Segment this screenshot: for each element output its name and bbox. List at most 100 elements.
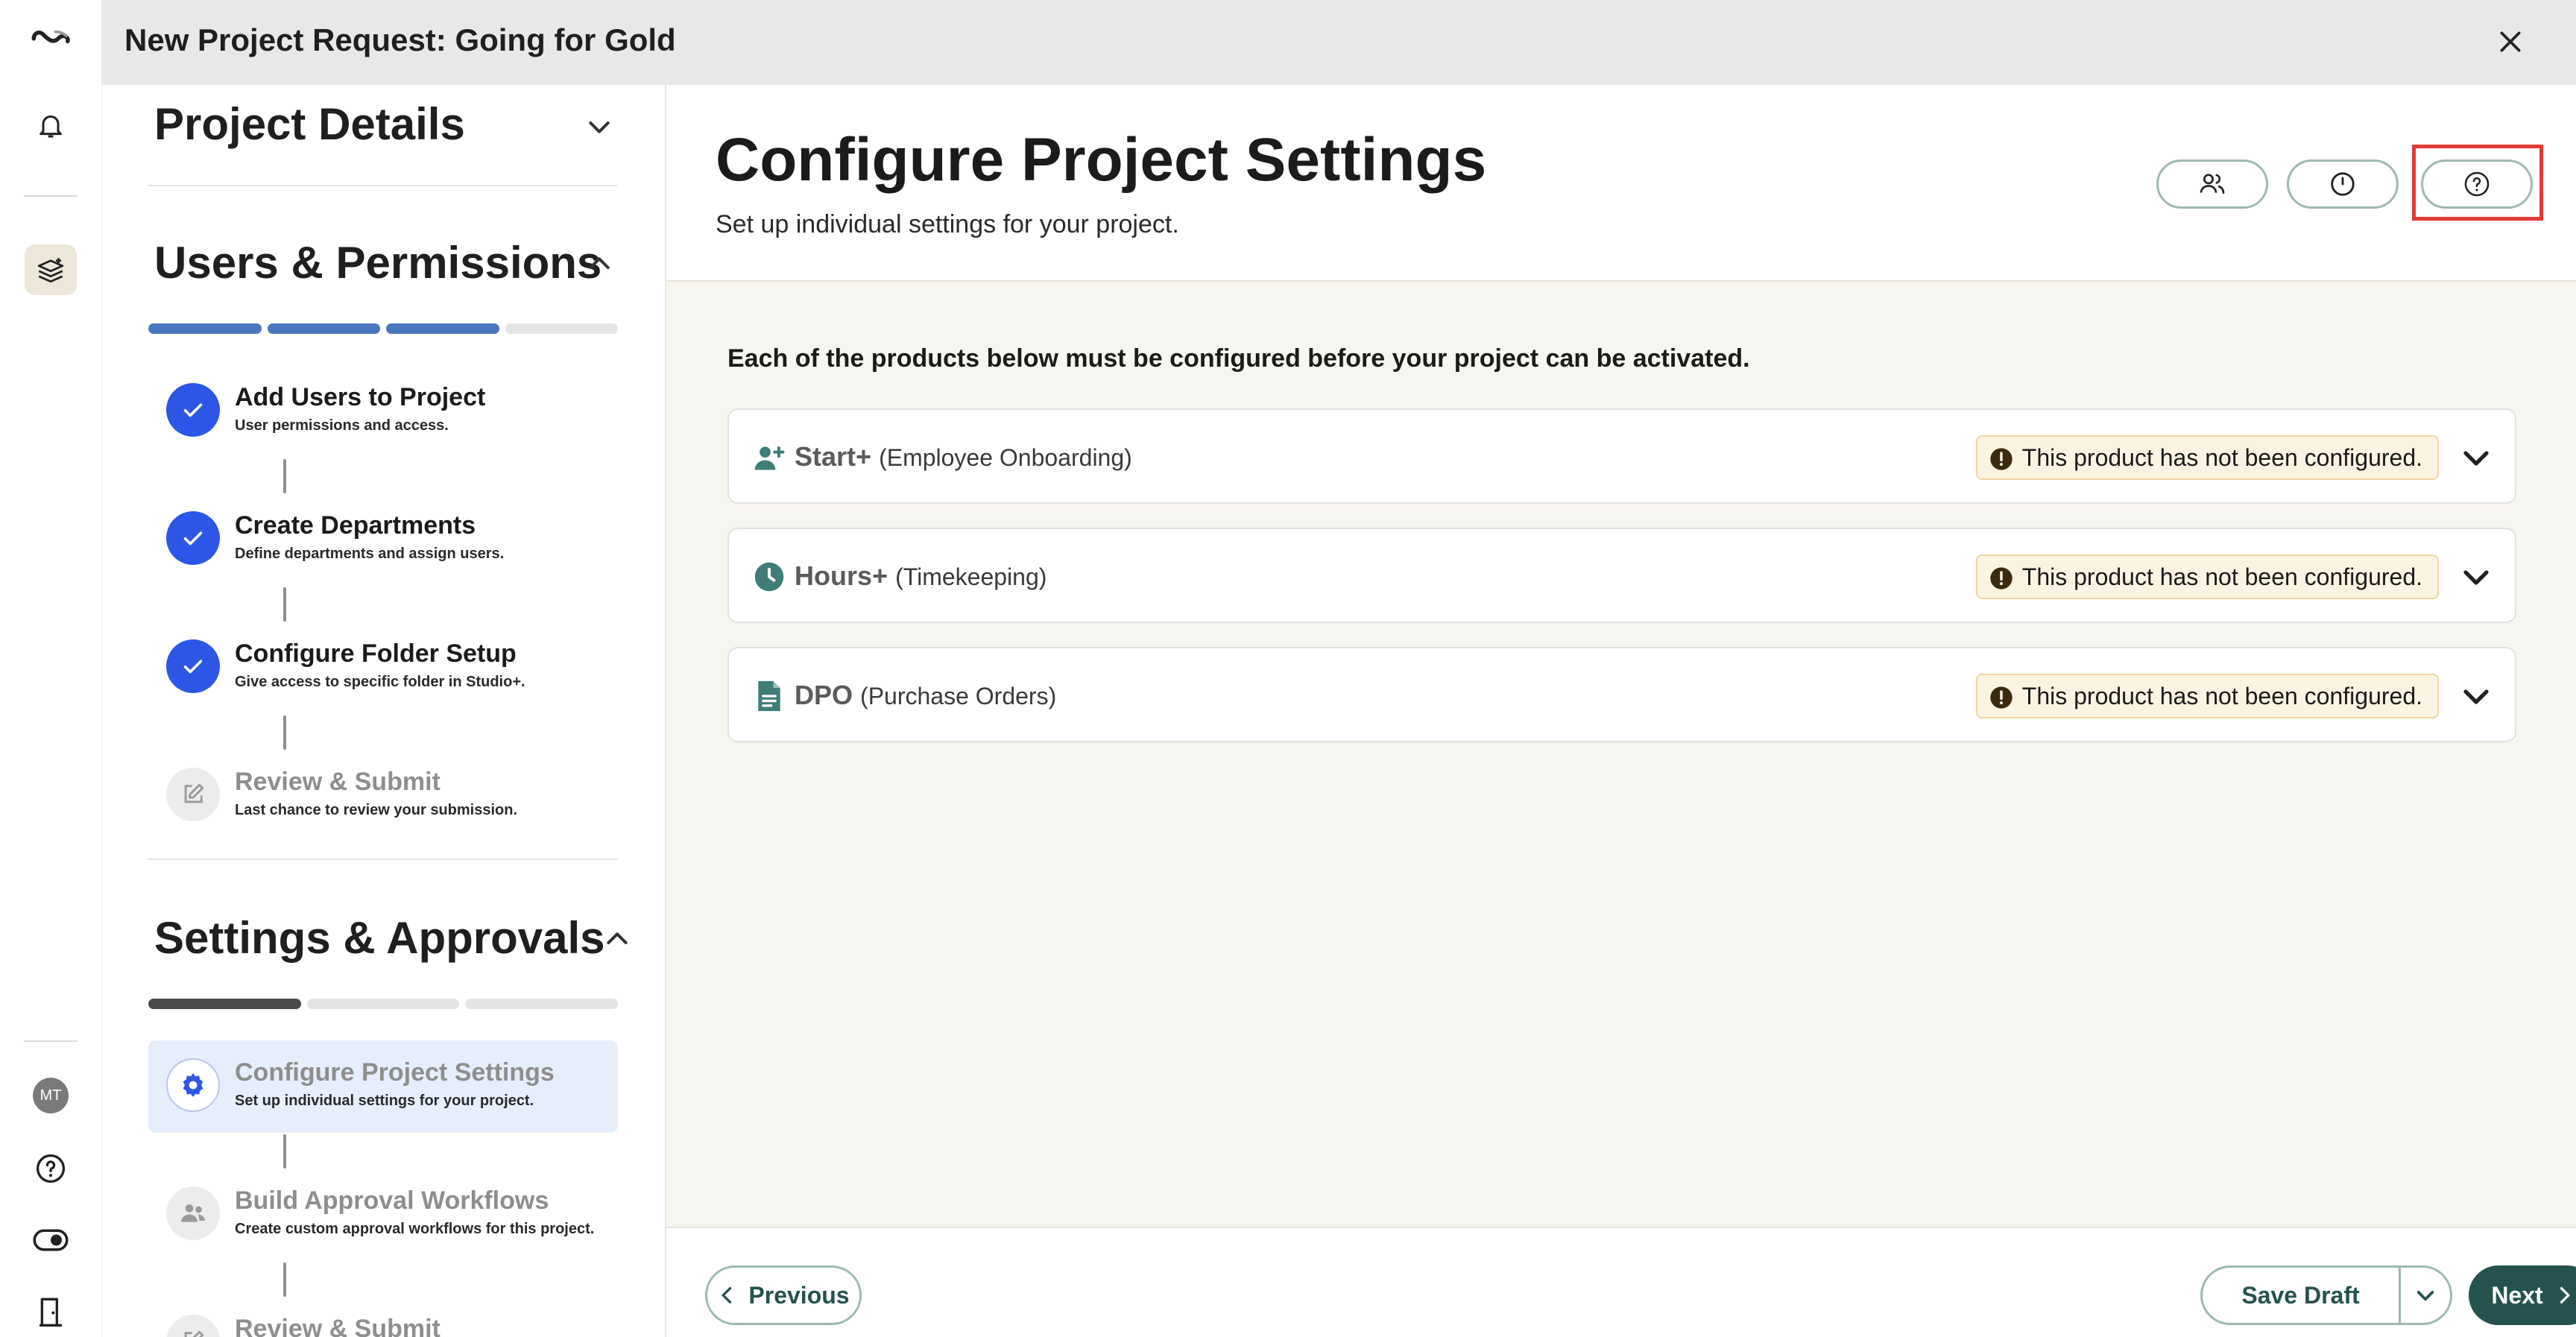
step-desc: Last chance to review your submission. [235, 802, 518, 818]
chevron-up-icon[interactable] [602, 924, 632, 954]
step-build-approval-workflows[interactable]: Build Approval Workflows Create custom a… [166, 1182, 621, 1248]
progress-segment [465, 999, 619, 1009]
status-text: This product has not been configured. [2021, 443, 2422, 471]
section-divider [148, 859, 618, 860]
page-subtitle: Set up individual settings for your proj… [716, 210, 1179, 238]
step-desc: User permissions and access. [235, 417, 449, 434]
wizard-footer: Previous Save Draft Next [666, 1227, 2576, 1337]
chevron-up-icon[interactable] [584, 249, 614, 279]
window-header: New Project Request: Going for Gold [102, 0, 2576, 85]
main-content: Configure Project Settings Set up indivi… [666, 85, 2576, 1337]
status-badge: This product has not been configured. [1975, 674, 2439, 718]
step-configure-folder-setup[interactable]: Configure Folder Setup Give access to sp… [166, 635, 621, 701]
page-title: Configure Project Settings [716, 126, 1487, 194]
section-title-project-details[interactable]: Project Details [154, 98, 465, 150]
step-connector [283, 1262, 286, 1297]
product-name: DPO (Purchase Orders) [795, 680, 1057, 710]
progress-segment [386, 323, 499, 334]
status-text: This product has not been configured. [2021, 682, 2422, 709]
warning-icon [1990, 567, 2012, 590]
step-connector [283, 715, 286, 750]
step-connector [283, 587, 286, 622]
step-desc: Create custom approval workflows for thi… [235, 1221, 595, 1237]
step-review-submit[interactable]: Review & Submit Last chance to review yo… [166, 763, 621, 829]
left-rail: MT [0, 0, 102, 1337]
section-progress-bar [148, 323, 618, 334]
page-header: Configure Project Settings Set up indivi… [666, 85, 2576, 282]
step-desc: Define departments and assign users. [235, 546, 505, 562]
chevron-left-icon [722, 1287, 732, 1303]
save-draft-options-button[interactable] [2399, 1265, 2452, 1325]
window-title: New Project Request: Going for Gold [124, 22, 676, 57]
step-complete-check-icon [166, 639, 220, 693]
progress-segment [267, 323, 380, 334]
projects-layers-icon[interactable] [25, 244, 77, 295]
step-complete-check-icon [166, 383, 220, 437]
rail-divider-bottom [24, 1040, 78, 1042]
clock-icon [751, 559, 787, 595]
section-title-users-permissions[interactable]: Users & Permissions [154, 237, 602, 288]
step-name: Create Departments [235, 511, 476, 540]
steps-sidebar: Project Details Users & Permissions Add … [102, 85, 666, 1337]
chevron-down-icon[interactable] [2458, 559, 2494, 595]
chevron-down-icon[interactable] [584, 112, 614, 142]
previous-label: Previous [748, 1281, 850, 1309]
save-draft-button[interactable]: Save Draft [2200, 1265, 2399, 1325]
step-desc: Set up individual settings for your proj… [235, 1093, 534, 1109]
section-progress-bar [148, 999, 619, 1009]
status-text: This product has not been configured. [2021, 563, 2422, 590]
avatar-initials: MT [33, 1078, 69, 1113]
users-button[interactable] [2156, 159, 2268, 209]
step-review-submit-2[interactable]: Review & Submit [166, 1310, 621, 1337]
help-icon[interactable] [28, 1146, 73, 1191]
status-badge: This product has not been configured. [1975, 435, 2439, 480]
step-create-departments[interactable]: Create Departments Define departments an… [166, 507, 621, 572]
close-icon[interactable] [2490, 21, 2531, 63]
step-name: Build Approval Workflows [235, 1186, 549, 1215]
product-card-start[interactable]: Start+ (Employee Onboarding) This produc… [727, 408, 2516, 504]
progress-segment [148, 999, 301, 1009]
progress-segment [148, 323, 262, 334]
product-card-hours[interactable]: Hours+ (Timekeeping) This product has no… [727, 528, 2516, 623]
history-button[interactable] [2287, 159, 2399, 209]
previous-button[interactable]: Previous [705, 1265, 862, 1325]
product-name: Start+ (Employee Onboarding) [795, 441, 1132, 472]
step-connector [283, 459, 286, 493]
user-add-icon [751, 440, 787, 475]
section-divider [148, 185, 618, 186]
clock-icon [2331, 172, 2355, 196]
warning-icon [1990, 686, 2012, 709]
step-name: Review & Submit [235, 768, 441, 796]
step-connector [283, 1134, 286, 1169]
configuration-notice: Each of the products below must be confi… [727, 344, 1750, 373]
status-badge: This product has not been configured. [1975, 554, 2439, 599]
step-add-users[interactable]: Add Users to Project User permissions an… [166, 379, 621, 444]
chevron-down-icon [2416, 1291, 2434, 1301]
step-name: Configure Folder Setup [235, 639, 517, 668]
next-button[interactable]: Next [2469, 1265, 2576, 1325]
step-complete-check-icon [166, 511, 220, 565]
chevron-down-icon[interactable] [2458, 440, 2494, 475]
users-group-icon [166, 1186, 220, 1240]
product-name: Hours+ (Timekeeping) [795, 560, 1047, 591]
logout-door-icon[interactable] [28, 1289, 73, 1334]
warning-icon [1990, 448, 2012, 470]
rail-divider [24, 195, 78, 197]
progress-segment [505, 323, 618, 334]
step-configure-project-settings[interactable]: Configure Project Settings Set up indivi… [166, 1054, 621, 1119]
chevron-down-icon[interactable] [2458, 678, 2494, 714]
chevron-right-icon [2560, 1287, 2570, 1303]
step-desc: Give access to specific folder in Studio… [235, 674, 525, 690]
help-button-highlight [2412, 145, 2543, 221]
theme-toggle-icon[interactable] [28, 1218, 73, 1262]
app-logo[interactable] [28, 15, 73, 60]
edit-pencil-icon [166, 768, 220, 821]
user-avatar[interactable]: MT [28, 1073, 73, 1118]
gear-icon [166, 1058, 220, 1112]
product-card-dpo[interactable]: DPO (Purchase Orders) This product has n… [727, 647, 2516, 742]
bell-icon[interactable] [28, 103, 73, 148]
section-title-settings-approvals[interactable]: Settings & Approvals [154, 912, 605, 964]
progress-segment [306, 999, 460, 1009]
step-name: Add Users to Project [235, 383, 486, 411]
step-name: Configure Project Settings [235, 1058, 555, 1087]
